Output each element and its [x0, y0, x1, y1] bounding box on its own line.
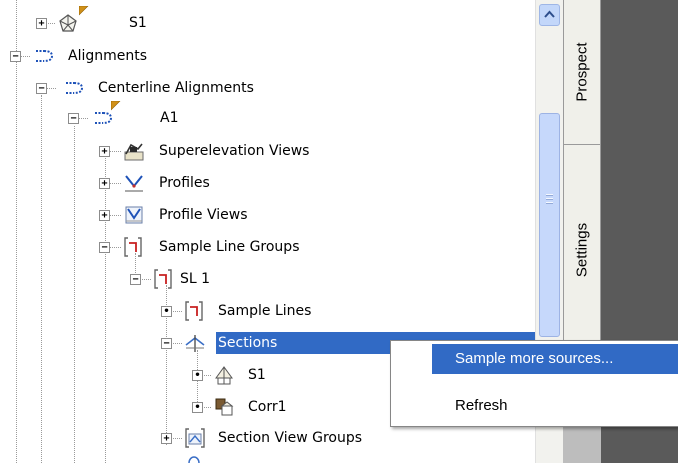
expand-toggle[interactable]: +: [161, 433, 172, 444]
warning-flag-icon: [111, 101, 121, 111]
tab-prospector[interactable]: Prospect: [563, 0, 601, 145]
tree-item-profile-views[interactable]: Profile Views: [157, 204, 250, 226]
tree-item-profiles[interactable]: Profiles: [157, 172, 212, 194]
context-menu: Sample more sources... Refresh: [390, 340, 678, 427]
profile-view-icon: [123, 204, 145, 226]
tree-connector: [20, 56, 30, 57]
chevron-up-icon: [544, 10, 555, 18]
expand-toggle[interactable]: •: [161, 306, 172, 317]
tree-item-s1-section[interactable]: S1: [246, 364, 268, 386]
tree-guide-line: [16, 0, 17, 463]
expand-toggle[interactable]: +: [36, 18, 47, 29]
tab-settings[interactable]: Settings: [563, 144, 601, 356]
tree-item-a1[interactable]: A1: [158, 107, 180, 129]
tree-connector: [78, 118, 88, 119]
expand-toggle[interactable]: •: [192, 370, 203, 381]
tree-guide-line: [41, 95, 42, 463]
profile-icon: [123, 172, 145, 194]
tree-connector: [46, 88, 56, 89]
tree-connector: [109, 183, 121, 184]
tree-item-s1-surface[interactable]: S1: [127, 12, 149, 34]
tree-item-superelevation-views[interactable]: Superelevation Views: [157, 140, 311, 162]
tree-connector: [109, 247, 121, 248]
tree-item-partial-icon: [183, 455, 205, 463]
grip-line: [546, 202, 553, 204]
sample-line-group-icon: [122, 236, 144, 258]
superelevation-view-icon: [123, 140, 145, 162]
tree-item-alignments[interactable]: Alignments: [66, 45, 149, 67]
section-view-group-icon: [184, 427, 206, 449]
section-corridor-icon: [213, 396, 235, 418]
expand-toggle[interactable]: +: [99, 146, 110, 157]
tree-guide-line: [105, 158, 106, 463]
expand-toggle[interactable]: +: [99, 210, 110, 221]
collapse-toggle[interactable]: −: [130, 274, 141, 285]
section-surface-icon: [213, 364, 235, 386]
expand-toggle[interactable]: +: [99, 178, 110, 189]
sample-line-icon: [183, 300, 205, 322]
menu-item-refresh[interactable]: Refresh: [432, 391, 508, 421]
tab-settings-label: Settings: [573, 222, 591, 278]
tree-item-sample-line-groups[interactable]: Sample Line Groups: [157, 236, 302, 258]
alignment-icon: [33, 45, 55, 67]
tree-item-section-view-groups[interactable]: Section View Groups: [216, 427, 364, 449]
sample-line-group-icon: [152, 268, 174, 290]
collapse-toggle[interactable]: −: [161, 338, 172, 349]
alignment-icon: [63, 77, 85, 99]
menu-item-sample-more-sources[interactable]: Sample more sources...: [432, 344, 678, 374]
grip-line: [546, 194, 553, 196]
collapse-toggle[interactable]: −: [68, 113, 79, 124]
warning-flag-icon: [79, 6, 89, 16]
tree-item-corr1[interactable]: Corr1: [246, 396, 289, 418]
tree-connector: [109, 215, 121, 216]
tree-item-centerline-alignments[interactable]: Centerline Alignments: [96, 77, 256, 99]
grip-line: [546, 198, 553, 200]
expand-toggle[interactable]: •: [192, 402, 203, 413]
section-icon: [184, 332, 206, 354]
tab-prospector-label: Prospect: [573, 41, 591, 102]
tree-connector: [109, 151, 121, 152]
collapse-toggle[interactable]: −: [10, 51, 21, 62]
surface-icon: [57, 12, 79, 34]
tree-guide-line: [74, 126, 75, 463]
tree-item-sample-lines[interactable]: Sample Lines: [216, 300, 313, 322]
scroll-thumb[interactable]: [539, 113, 560, 337]
scroll-up-button[interactable]: [539, 4, 560, 26]
collapse-toggle[interactable]: −: [99, 242, 110, 253]
collapse-toggle[interactable]: −: [36, 83, 47, 94]
tree-item-sl1[interactable]: SL 1: [178, 268, 212, 290]
